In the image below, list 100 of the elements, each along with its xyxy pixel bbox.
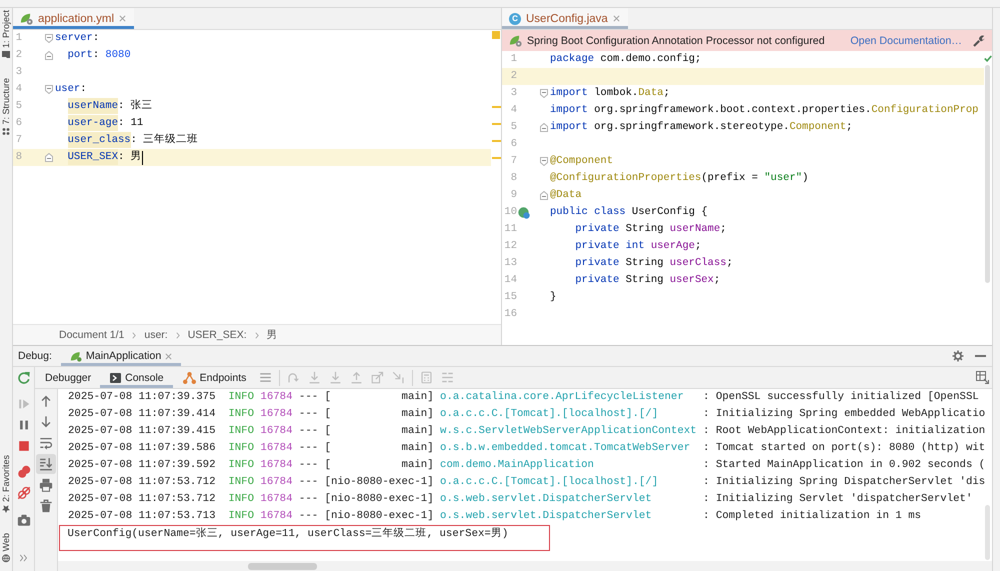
check-icon[interactable] (984, 55, 992, 62)
code-line: @Component (550, 154, 614, 169)
breadcrumb-item[interactable]: 男 (266, 328, 278, 342)
line-number: 1 (510, 52, 517, 67)
grid-arrow-icon[interactable] (976, 371, 989, 384)
warning-marker[interactable] (492, 106, 500, 108)
double-circle-icon[interactable] (16, 464, 30, 478)
banner-message: Spring Boot Configuration Annotation Processor not configured (527, 34, 825, 46)
line-number: 6 (14, 116, 22, 131)
chevron-icon (132, 332, 136, 338)
stop-icon[interactable] (16, 438, 30, 452)
scrollbar-track[interactable] (58, 561, 992, 571)
warning-marker[interactable] (492, 156, 500, 158)
close-icon[interactable] (165, 352, 172, 360)
fold-marker-icon[interactable] (540, 123, 548, 132)
trash-icon[interactable] (39, 498, 53, 512)
line-number: 15 (503, 290, 517, 305)
line-number: 3 (14, 65, 22, 80)
code-line: import org.springframework.stereotype.Component; (550, 120, 852, 135)
tool-tab[interactable]: Endpoints (172, 367, 256, 388)
wrap-lines-icon[interactable] (39, 436, 53, 450)
log-line: 2025-07-08 11:07:39.592 INFO 16784 --- [ main] com.demo.MainApplication : Started MainApplication in 0.902 seconds ( (68, 458, 986, 473)
log-line: 2025-07-08 11:07:39.414 INFO 16784 --- [ main] o.a.c.c.C.[Tomcat].[localhost].[/] : Initializing Spring embedded WebApplicatio (68, 407, 986, 422)
console-output: UserConfig(userName=张三, userAge=11, userClass=三年级二班, userSex=男) (68, 526, 508, 542)
breadcrumb-item[interactable]: USER_SEX: (188, 329, 247, 341)
code-line: @ConfigurationProperties(prefix = "user") (550, 171, 808, 186)
folder-icon (2, 51, 10, 58)
class-badge: C (509, 12, 521, 24)
code-line: user-age: 11 (68, 115, 144, 132)
printer-icon[interactable] (39, 478, 53, 492)
log-line: 2025-07-08 11:07:39.375 INFO 16784 --- [ main] o.a.catalina.core.AprLifecycleListener : OpenSSL successfully initialized [OpenSSL (68, 390, 980, 405)
code-line: private String userClass; (575, 256, 733, 271)
editor-tab[interactable]: C UserConfig.java (502, 8, 628, 29)
close-icon[interactable] (119, 15, 126, 22)
wrench-icon[interactable] (973, 34, 985, 46)
fold-marker-icon[interactable] (540, 157, 548, 166)
breadcrumb-item[interactable]: user: (144, 329, 168, 341)
tool-window-button[interactable]: 2: Favorites (0, 454, 12, 513)
tool-tab[interactable]: Debugger (35, 367, 100, 388)
fold-marker-icon[interactable] (44, 85, 52, 94)
code-line: import org.springframework.boot.context.properties.ConfigurationProp (550, 103, 978, 118)
line-number: 6 (510, 137, 517, 152)
fold-marker-icon[interactable] (44, 34, 52, 43)
line-number: 10 (503, 205, 517, 220)
terminal-icon (110, 372, 122, 382)
settings-icon[interactable] (952, 350, 964, 362)
leaf-gear-icon (20, 12, 33, 24)
code-line: private String userSex; (575, 273, 720, 288)
chevron-icon (176, 332, 180, 338)
line-number: 3 (510, 86, 517, 101)
camera-icon[interactable] (16, 512, 30, 526)
warning-marker[interactable] (492, 140, 500, 142)
code-line: @Data (550, 188, 582, 203)
scroll-down-icon[interactable] (36, 454, 56, 474)
line-number: 7 (14, 133, 22, 148)
nodes-icon (182, 372, 196, 384)
fold-marker-icon[interactable] (44, 51, 52, 60)
code-line: private int userAge; (575, 239, 702, 254)
line-number: 8 (510, 171, 517, 186)
tool-window-button[interactable]: Web (0, 532, 12, 562)
breadcrumb-item[interactable]: Document 1/1 (59, 329, 124, 341)
fold-marker-icon[interactable] (44, 153, 52, 162)
circle-pair-icon[interactable] (518, 206, 530, 218)
code-line: port: 8080 (68, 48, 131, 63)
code-line: public class UserConfig { (550, 205, 708, 220)
double-chevron-icon[interactable] (18, 552, 28, 562)
tool-window-button[interactable]: 1: Project (0, 10, 12, 58)
scrollbar-thumb[interactable] (985, 65, 990, 283)
line-number: 5 (14, 99, 22, 114)
scrollbar-thumb[interactable] (248, 562, 317, 570)
log-line: 2025-07-08 11:07:53.712 INFO 16784 --- [nio-8080-exec-1] o.a.c.c.C.[Tomcat].[localhost].[/] : Initializing Spring DispatcherServlet 'dis (68, 475, 986, 490)
close-icon[interactable] (612, 15, 620, 22)
code-line: import lombok.Data; (550, 86, 670, 101)
fold-marker-icon[interactable] (540, 191, 548, 200)
circular-arrow-icon[interactable] (16, 370, 30, 384)
code-line: private String userName; (575, 222, 726, 237)
scrollbar-thumb[interactable] (985, 505, 990, 560)
fold-marker-icon[interactable] (540, 89, 548, 98)
line-number: 2 (510, 69, 517, 84)
code-line: server: (55, 31, 100, 46)
documentation-link[interactable]: Open Documentation… (850, 34, 962, 46)
line-number: 12 (503, 239, 517, 254)
session-tab[interactable]: MainApplication (60, 346, 182, 366)
code-line: USER_SEX: 男 (68, 149, 142, 166)
slashed-circles-icon[interactable] (16, 486, 30, 500)
code-line: userName: 张三 (68, 98, 153, 115)
editor-tab[interactable]: application.yml (13, 8, 134, 29)
log-line: 2025-07-08 11:07:39.415 INFO 16784 --- [ main] w.s.c.ServletWebServerApplicationContext : Root WebApplicationContext: initialization (68, 424, 986, 439)
down-arrow-icon[interactable] (39, 414, 53, 428)
up-arrow-icon[interactable] (39, 394, 53, 408)
log-line: 2025-07-08 11:07:53.712 INFO 16784 --- [nio-8080-exec-1] o.s.web.servlet.DispatcherServlet : Initializing Servlet 'dispatcherServlet' (68, 492, 974, 507)
code-line: user: (55, 82, 87, 97)
star-icon (2, 504, 10, 513)
tool-window-button[interactable]: 7: Structure (0, 78, 12, 136)
menu-icon[interactable] (259, 371, 272, 384)
line-number: 5 (510, 120, 517, 135)
warning-marker[interactable] (492, 122, 500, 124)
dots-icon (2, 128, 10, 136)
leaf-icon (70, 350, 82, 362)
debug-title: Debug: (18, 350, 52, 362)
